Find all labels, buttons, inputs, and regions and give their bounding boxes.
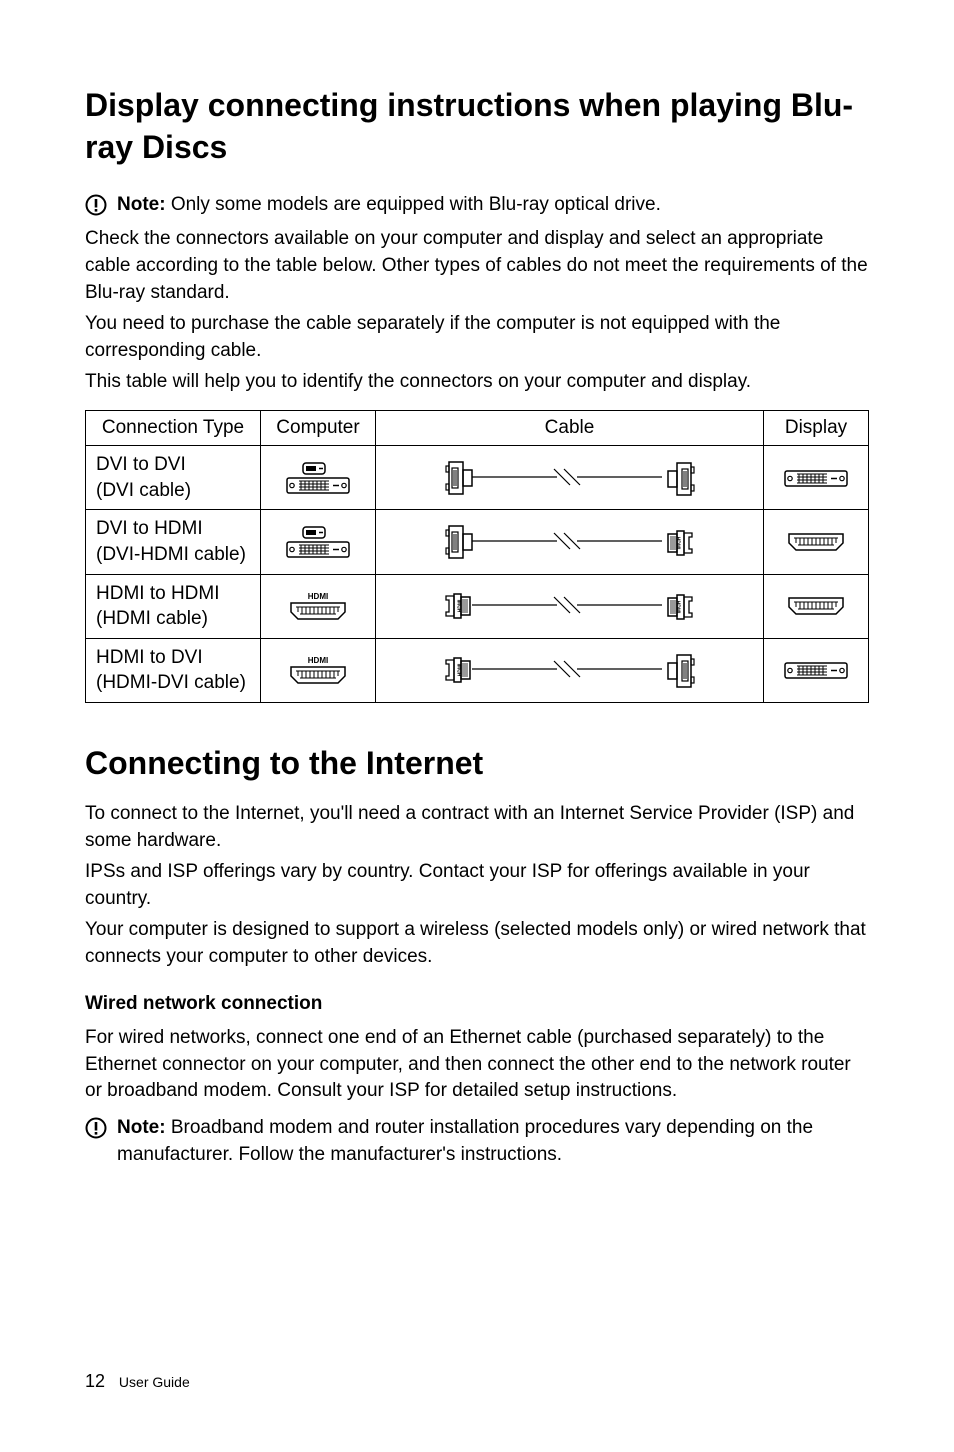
attention-icon [85, 194, 107, 216]
cell-display-dvi [764, 638, 869, 702]
heading-connecting-internet: Connecting to the Internet [85, 743, 869, 785]
cell-type: DVI to HDMI(DVI-HDMI cable) [86, 510, 261, 574]
cell-display-hdmi [764, 510, 869, 574]
table-row: DVI to DVI(DVI cable) [86, 446, 869, 510]
table-row: HDMI to HDMI(HDMI cable) [86, 574, 869, 638]
heading-display-instructions: Display connecting instructions when pla… [85, 85, 869, 168]
cell-computer-dvi [261, 446, 376, 510]
connector-table: Connection Type Computer Cable Display D… [85, 410, 869, 703]
table-row: HDMI to DVI(HDMI-DVI cable) [86, 638, 869, 702]
page-number: 12 [85, 1371, 105, 1391]
paragraph-isp-contract: To connect to the Internet, you'll need … [85, 801, 869, 855]
paragraph-table-intro: This table will help you to identify the… [85, 369, 869, 396]
paragraph-isp-vary: IPSs and ISP offerings vary by country. … [85, 859, 869, 913]
note-modem-router: Note: Broadband modem and router install… [85, 1115, 869, 1169]
col-connection-type: Connection Type [86, 411, 261, 446]
cell-computer-hdmi [261, 638, 376, 702]
note-text: Note: Only some models are equipped with… [117, 194, 661, 216]
table-header-row: Connection Type Computer Cable Display [86, 411, 869, 446]
col-computer: Computer [261, 411, 376, 446]
footer-label: User Guide [119, 1374, 190, 1390]
cell-cable-hdmi-hdmi [376, 574, 764, 638]
note-bluray-models: Note: Only some models are equipped with… [85, 194, 869, 216]
paragraph-wired-instructions: For wired networks, connect one end of a… [85, 1025, 869, 1106]
paragraph-purchase-cable: You need to purchase the cable separatel… [85, 311, 869, 365]
paragraph-wireless-wired: Your computer is designed to support a w… [85, 917, 869, 971]
paragraph-check-connectors: Check the connectors available on your c… [85, 226, 869, 307]
col-display: Display [764, 411, 869, 446]
cell-type: HDMI to HDMI(HDMI cable) [86, 574, 261, 638]
cell-cable-dvi-hdmi [376, 510, 764, 574]
cell-computer-dvi [261, 510, 376, 574]
cell-computer-hdmi [261, 574, 376, 638]
cell-type: DVI to DVI(DVI cable) [86, 446, 261, 510]
cell-display-hdmi [764, 574, 869, 638]
cell-type: HDMI to DVI(HDMI-DVI cable) [86, 638, 261, 702]
cell-cable-dvi-dvi [376, 446, 764, 510]
col-cable: Cable [376, 411, 764, 446]
table-row: DVI to HDMI(DVI-HDMI cable) [86, 510, 869, 574]
subheading-wired: Wired network connection [85, 993, 869, 1015]
attention-icon [85, 1117, 107, 1139]
note-text: Note: Broadband modem and router install… [117, 1115, 869, 1169]
cell-display-dvi [764, 446, 869, 510]
cell-cable-hdmi-dvi [376, 638, 764, 702]
page-footer: 12 User Guide [85, 1371, 190, 1392]
